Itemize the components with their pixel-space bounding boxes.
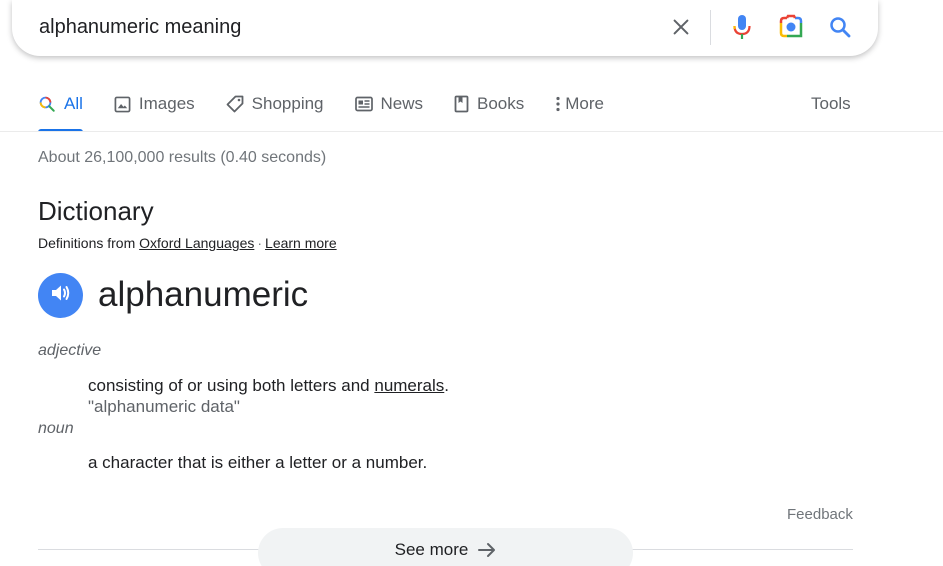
part-of-speech-adjective: adjective [38, 342, 102, 359]
image-icon [114, 96, 131, 113]
dictionary-source: Definitions from Oxford Languages · Learn … [38, 235, 337, 251]
example-sentence: "alphanumeric data" [88, 397, 240, 416]
tab-label: All [64, 94, 83, 113]
oxford-languages-link[interactable]: Oxford Languages [139, 235, 254, 251]
search-tabs: All Images Shopping News Books More [38, 86, 635, 132]
source-separator: · [257, 235, 263, 251]
tab-label: Images [138, 94, 195, 113]
search-icon[interactable] [825, 12, 855, 42]
tab-images[interactable]: Images [114, 86, 195, 122]
more-vert-icon [555, 95, 561, 113]
dictionary-headword: alphanumeric [98, 275, 309, 314]
learn-more-link[interactable]: Learn more [265, 235, 337, 251]
feedback-link[interactable]: Feedback [787, 506, 853, 523]
definition-end: . [444, 376, 450, 395]
definition-noun: a character that is either a letter or a… [88, 453, 428, 472]
google-lens-icon[interactable] [776, 12, 806, 42]
search-divider [710, 10, 711, 45]
tab-books[interactable]: Books [454, 86, 524, 122]
tab-label: News [380, 94, 424, 113]
search-box [12, 0, 878, 56]
tab-all[interactable]: All [38, 86, 83, 132]
part-of-speech-noun: noun [38, 420, 74, 437]
pronunciation-speaker-button[interactable] [38, 273, 83, 318]
see-more-label: See more [394, 540, 469, 559]
result-stats: About 26,100,000 results (0.40 seconds) [38, 149, 327, 166]
dictionary-title: Dictionary [38, 196, 154, 226]
tab-label: Books [477, 94, 525, 113]
search-icon [38, 95, 56, 113]
tab-news[interactable]: News [354, 86, 424, 122]
tag-icon [226, 95, 244, 113]
see-more-button[interactable]: See more [258, 528, 633, 566]
tools-button[interactable]: Tools [811, 94, 851, 114]
news-icon [354, 96, 373, 112]
tab-label: More [565, 94, 604, 113]
close-icon[interactable] [666, 12, 696, 42]
definition-adjective: consisting of or using both letters and … [88, 376, 449, 396]
tabs-divider [0, 131, 943, 132]
arrow-right-icon [478, 540, 496, 558]
microphone-icon[interactable] [727, 12, 757, 42]
numerals-link[interactable]: numerals [374, 376, 444, 395]
speaker-icon [50, 283, 72, 308]
search-input[interactable] [39, 16, 639, 38]
book-icon [454, 95, 469, 113]
tab-shopping[interactable]: Shopping [226, 86, 324, 122]
tab-label: Shopping [251, 94, 324, 113]
source-prefix: Definitions from [38, 235, 136, 251]
definition-text: consisting of or using both letters and [88, 376, 370, 395]
tab-more[interactable]: More [555, 86, 604, 122]
